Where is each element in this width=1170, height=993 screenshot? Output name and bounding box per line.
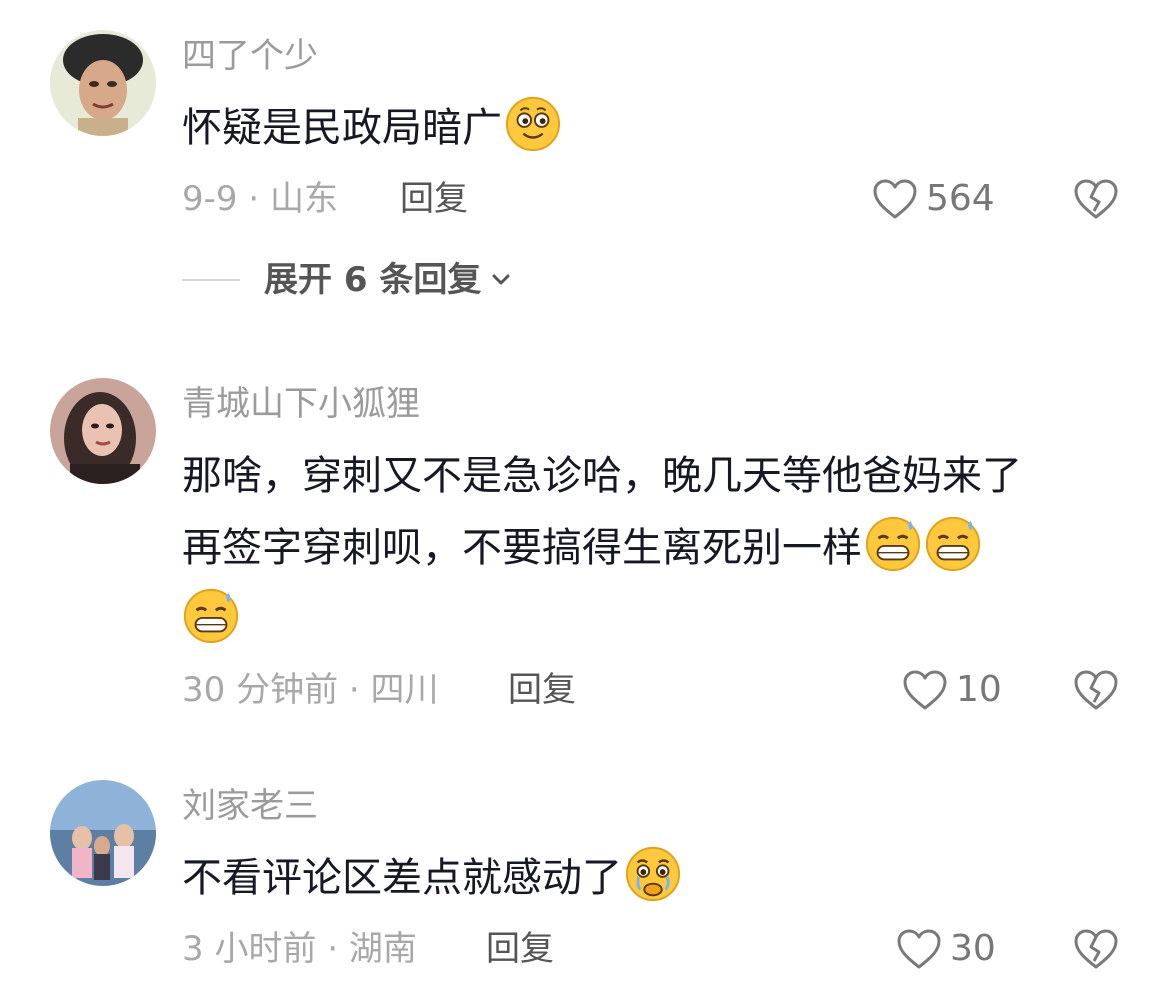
comment-text: 不看评论区差点就感动了: [182, 842, 1142, 914]
broken-heart-icon: [1074, 179, 1118, 219]
chevron-down-icon: [492, 274, 510, 285]
avatar-image: [50, 378, 156, 484]
like-count: 564: [926, 178, 995, 219]
reply-button[interactable]: 回复: [400, 179, 468, 219]
comment-line: 那啥，穿刺又不是急诊哈，晚几天等他爸妈来了: [182, 453, 1022, 499]
avatar[interactable]: [50, 780, 156, 886]
comment-line: 再签字穿刺呗，不要搞得生离死别一样: [182, 512, 1142, 584]
comment-body: 再签字穿刺呗，不要搞得生离死别一样: [182, 525, 862, 571]
grimace-sweat-emoji: [183, 588, 239, 644]
dislike-button[interactable]: [1072, 925, 1120, 973]
dislike-button[interactable]: [1072, 666, 1120, 714]
heart-icon: [873, 179, 917, 219]
comment-meta: 30 分钟前 · 四川: [182, 670, 439, 710]
like-count: 30: [950, 928, 996, 969]
username[interactable]: 四了个少: [182, 36, 318, 76]
divider: [182, 279, 240, 281]
dislike-button[interactable]: [1072, 175, 1120, 223]
reply-button[interactable]: 回复: [486, 929, 554, 969]
grimace-sweat-emoji: [865, 516, 921, 572]
reply-button[interactable]: 回复: [508, 670, 576, 710]
comment-text: 怀疑是民政局暗广: [182, 92, 1142, 164]
comment-meta: 3 小时前 · 湖南: [182, 929, 417, 969]
comment-text: 那啥，穿刺又不是急诊哈，晚几天等他爸妈来了 再签字穿刺呗，不要搞得生离死别一样: [182, 440, 1142, 656]
heart-icon: [897, 929, 941, 969]
expand-replies-label: 展开 6 条回复: [264, 260, 482, 300]
comment-meta: 9-9 · 山东: [182, 179, 338, 219]
like-count: 10: [956, 669, 1002, 710]
like-button[interactable]: 30: [896, 925, 996, 973]
smile-emoji: [505, 96, 561, 152]
comment-body: 怀疑是民政局暗广: [182, 105, 502, 151]
broken-heart-icon: [1074, 929, 1118, 969]
moved-tears-emoji: [625, 846, 681, 902]
avatar[interactable]: [50, 378, 156, 484]
username[interactable]: 青城山下小狐狸: [182, 384, 420, 424]
heart-icon: [903, 670, 947, 710]
like-button[interactable]: 10: [902, 666, 1002, 714]
comment-line: [182, 584, 1142, 656]
like-button[interactable]: 564: [872, 175, 995, 223]
broken-heart-icon: [1074, 670, 1118, 710]
grimace-sweat-emoji: [925, 516, 981, 572]
avatar[interactable]: [50, 30, 156, 136]
expand-replies[interactable]: 展开 6 条回复: [182, 256, 513, 304]
avatar-image: [50, 30, 156, 136]
comment-body: 不看评论区差点就感动了: [182, 855, 622, 901]
username[interactable]: 刘家老三: [182, 786, 318, 826]
avatar-image: [50, 780, 156, 886]
